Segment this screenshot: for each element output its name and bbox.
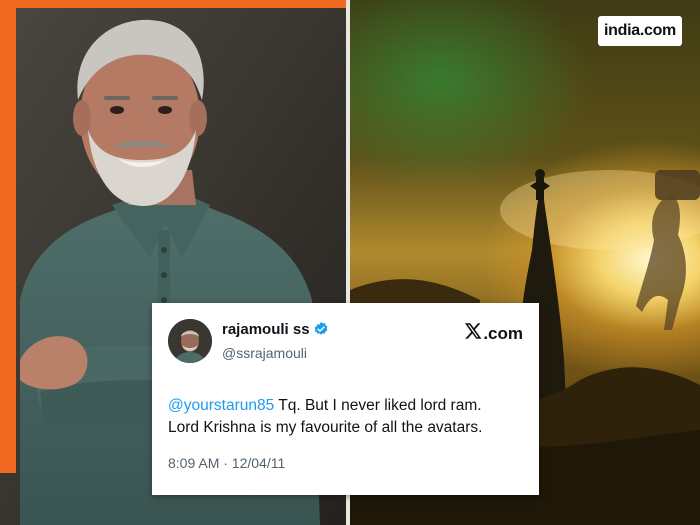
tweet-timestamp[interactable]: 8:09 AM · 12/04/11 — [168, 455, 523, 471]
x-logo-icon — [465, 323, 482, 344]
avatar-image — [168, 319, 212, 363]
collage-image: india.com rajamouli ss @ssrajamouli .com… — [0, 0, 700, 525]
tweet-text-line2: Lord Krishna is my favourite of all the … — [168, 419, 483, 436]
india-com-logo: india.com — [598, 16, 682, 46]
platform-domain-text: .com — [483, 323, 523, 343]
tweet-text: @yourstarun85 Tq. But I never liked lord… — [168, 395, 523, 439]
tweet-header: rajamouli ss @ssrajamouli .com — [168, 317, 523, 365]
mention-link[interactable]: @yourstarun85 — [168, 397, 274, 414]
display-name[interactable]: rajamouli ss — [222, 321, 310, 338]
tweet-card: rajamouli ss @ssrajamouli .com @yourstar… — [152, 303, 539, 495]
user-handle[interactable]: @ssrajamouli — [222, 343, 329, 363]
verified-badge-icon — [313, 321, 329, 343]
accent-bar-left — [0, 0, 16, 473]
tweet-author: rajamouli ss @ssrajamouli — [222, 320, 329, 363]
platform-label: .com — [465, 323, 523, 344]
tweet-text-line1: Tq. But I never liked lord ram. — [274, 397, 482, 414]
avatar[interactable] — [168, 319, 212, 363]
logo-text: india.com — [604, 22, 676, 39]
